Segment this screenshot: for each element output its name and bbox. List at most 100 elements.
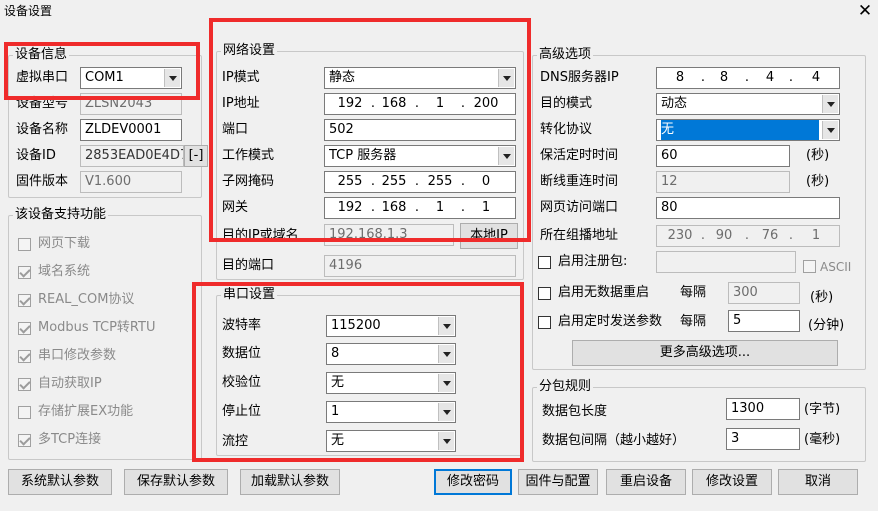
multicast-label: 所在组播地址 — [540, 228, 619, 243]
keepalive-unit: (秒) — [806, 148, 830, 163]
timed-unit: (分钟) — [808, 318, 845, 333]
port-field[interactable]: 502 — [324, 119, 516, 141]
load-default-button[interactable]: 加载默认参数 — [240, 469, 340, 495]
id-button[interactable]: [-] — [184, 145, 208, 167]
feature-checkbox — [18, 434, 31, 447]
chevron-down-icon — [822, 95, 838, 113]
register-field — [656, 251, 796, 273]
baud-value: 115200 — [331, 318, 381, 333]
modify-settings-button[interactable]: 修改设置 — [692, 469, 772, 495]
feature-label: 多TCP连接 — [38, 432, 102, 447]
multicast-dot: . — [744, 228, 750, 243]
baud-select[interactable]: 115200 — [326, 315, 456, 337]
work-mode-select[interactable]: TCP 服务器 — [324, 145, 516, 167]
system-default-button[interactable]: 系统默认参数 — [8, 469, 112, 495]
packet-interval-field[interactable]: 3 — [726, 428, 800, 450]
packet-legend: 分包规则 — [539, 379, 592, 394]
dest-mode-select[interactable]: 动态 — [656, 93, 840, 115]
ip-dot: . — [370, 96, 376, 111]
keepalive-label: 保活定时时间 — [540, 148, 619, 163]
mask-octet: 255 — [381, 174, 407, 189]
feature-checkbox — [18, 378, 31, 391]
chevron-down-icon — [438, 403, 454, 421]
gateway-label: 网关 — [222, 200, 249, 215]
parity-select[interactable]: 无 — [326, 372, 456, 394]
dest-mode-label: 目的模式 — [540, 96, 593, 111]
timed-field[interactable]: 5 — [728, 310, 800, 332]
more-advanced-button[interactable]: 更多高级选项... — [572, 340, 838, 366]
nodata-restart-checkbox[interactable] — [538, 287, 551, 300]
ip-octet: 192 — [337, 96, 363, 111]
ip-octet: 168 — [381, 96, 407, 111]
features-legend: 该设备支持功能 — [15, 207, 107, 222]
dest-ip-field: 192.168.1.3 — [324, 224, 454, 246]
id-label: 设备ID — [16, 148, 56, 163]
ip-address-label: IP地址 — [222, 96, 260, 111]
close-icon[interactable]: ✕ — [854, 0, 876, 22]
device-info-legend: 设备信息 — [15, 47, 68, 62]
ip-mode-select[interactable]: 静态 — [324, 67, 516, 89]
network-legend: 网络设置 — [223, 43, 276, 58]
multicast-octet: 90 — [715, 228, 733, 243]
ip-address-field[interactable]: 192 . 168 . 1 . 200 — [324, 93, 516, 115]
mask-octet: 255 — [427, 174, 453, 189]
feature-checkbox — [18, 238, 31, 251]
gateway-field[interactable]: 192 . 168 . 1 . 1 — [324, 197, 516, 219]
protocol-select[interactable]: 无 — [656, 119, 840, 141]
stop-bits-select[interactable]: 1 — [326, 401, 456, 423]
timed-send-checkbox[interactable] — [538, 316, 551, 329]
save-default-button[interactable]: 保存默认参数 — [124, 469, 228, 495]
name-field[interactable]: ZLDEV0001 — [80, 119, 182, 141]
data-bits-label: 数据位 — [222, 346, 262, 361]
chevron-down-icon — [438, 374, 454, 392]
nodata-field: 300 — [728, 282, 800, 304]
firmware-label: 固件版本 — [16, 174, 69, 189]
mask-dot: . — [460, 174, 466, 189]
chevron-down-icon — [498, 147, 514, 165]
dns-octet: 8 — [719, 70, 729, 85]
local-ip-button[interactable]: 本地IP — [460, 223, 518, 249]
dns-dot: . — [788, 70, 794, 85]
virtual-port-select[interactable]: COM1 — [80, 67, 182, 89]
ip-dot: . — [414, 96, 420, 111]
packet-length-label: 数据包长度 — [542, 404, 608, 419]
nodata-every-label: 每隔 — [680, 285, 707, 300]
stop-bits-label: 停止位 — [222, 404, 262, 419]
feature-checkbox — [18, 406, 31, 419]
firmware-field: V1.600 — [80, 171, 182, 193]
register-checkbox[interactable] — [538, 256, 551, 269]
flow-value: 无 — [331, 433, 345, 448]
multicast-octet: 76 — [761, 228, 779, 243]
web-port-label: 网页访问端口 — [540, 200, 619, 215]
nodata-unit: (秒) — [810, 290, 834, 305]
cancel-button[interactable]: 取消 — [778, 469, 858, 495]
restart-button[interactable]: 重启设备 — [606, 469, 686, 495]
reconnect-label: 断线重连时间 — [540, 174, 619, 189]
packet-group: 分包规则 — [532, 380, 866, 462]
ip-octet: 200 — [473, 96, 499, 111]
web-port-field[interactable]: 80 — [656, 197, 840, 219]
dns-dot: . — [700, 70, 706, 85]
feature-label: 网页下载 — [38, 236, 91, 251]
chevron-down-icon — [438, 432, 454, 450]
packet-length-field[interactable]: 1300 — [726, 398, 800, 420]
dns-field[interactable]: 8 . 8 . 4 . 4 — [656, 67, 840, 89]
dns-dot: . — [744, 70, 750, 85]
feature-label: 串口修改参数 — [38, 348, 117, 363]
ascii-checkbox[interactable] — [803, 260, 816, 273]
gateway-octet: 168 — [381, 200, 407, 215]
flow-select[interactable]: 无 — [326, 430, 456, 452]
virtual-port-label: 虚拟串口 — [16, 70, 69, 85]
parity-value: 无 — [331, 375, 345, 390]
keepalive-field[interactable]: 60 — [656, 145, 790, 167]
gateway-octet: 1 — [435, 200, 445, 215]
data-bits-select[interactable]: 8 — [326, 343, 456, 365]
data-bits-value: 8 — [331, 346, 340, 361]
gateway-octet: 192 — [337, 200, 363, 215]
dns-octet: 4 — [811, 70, 821, 85]
firmware-config-button[interactable]: 固件与配置 — [518, 469, 598, 495]
protocol-label: 转化协议 — [540, 122, 593, 137]
dns-octet: 4 — [765, 70, 775, 85]
subnet-mask-field[interactable]: 255 . 255 . 255 . 0 — [324, 171, 516, 193]
change-password-button[interactable]: 修改密码 — [434, 469, 512, 495]
